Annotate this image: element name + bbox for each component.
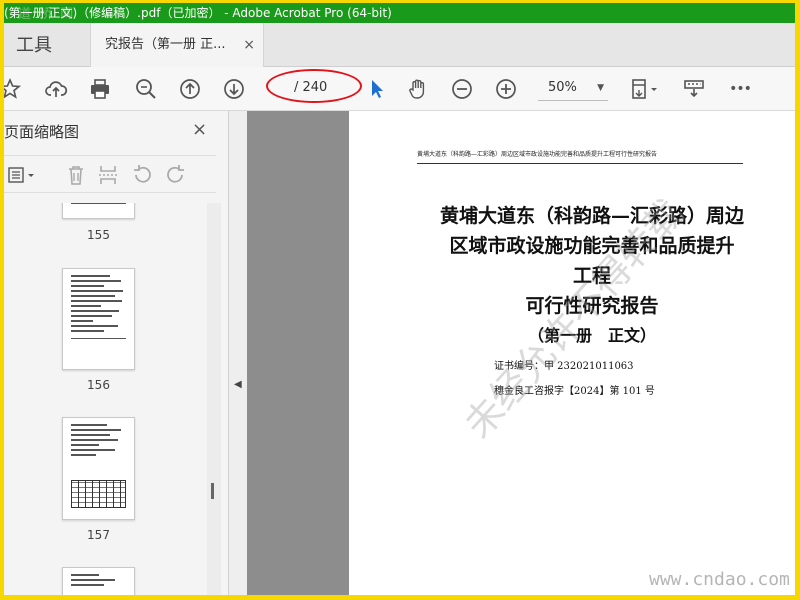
highlight-annotation [266, 69, 362, 103]
toolbar: / 240 50% ▼ ••• [4, 67, 795, 111]
select-cursor-icon[interactable] [362, 75, 390, 103]
zoom-out-icon[interactable] [448, 75, 476, 103]
report-title-line: 黄埔大道东（科韵路—汇彩路）周边 [439, 205, 744, 227]
tab-tools[interactable]: 工具 [16, 31, 52, 57]
zoom-in-icon[interactable] [492, 75, 520, 103]
tab-document[interactable]: 究报告（第一册 正... × [90, 23, 264, 67]
previous-page-icon[interactable] [176, 75, 204, 103]
site-watermark: www.cndao.com [649, 569, 790, 590]
page-thumbnail[interactable] [62, 417, 135, 520]
keyboard-icon[interactable] [680, 75, 708, 103]
panel-collapse-strip[interactable]: ◀ [229, 111, 247, 595]
page-thumbnail-number: 156 [87, 378, 110, 392]
panel-toolbar [4, 155, 216, 193]
page-thumbnail[interactable] [62, 268, 135, 370]
rotate-right-icon[interactable] [162, 161, 190, 189]
acrobat-window: (第一册 正文)（修编稿）.pdf（已加密） - Adobe Acrobat P… [4, 3, 795, 595]
tab-close-icon[interactable]: × [243, 23, 255, 67]
next-page-icon[interactable] [220, 75, 248, 103]
thumbnail-options-icon[interactable] [4, 161, 40, 189]
scrollbar-thumb[interactable] [211, 483, 214, 499]
page-thumbnail-number: 157 [87, 528, 110, 542]
page-thumbnail[interactable] [62, 203, 135, 219]
hand-tool-icon[interactable] [404, 75, 432, 103]
page-fit-icon[interactable] [626, 75, 662, 103]
page-thumbnail[interactable] [62, 567, 135, 595]
tab-row: 工具 究报告（第一册 正... × [4, 23, 795, 67]
collapse-arrow-icon[interactable]: ◀ [234, 379, 242, 390]
panel-title: 页面缩略图 [4, 123, 80, 141]
page-running-header: 黄埔大道东（科韵路—汇彩路）周边区域市政设施功能完善和品质提升工程可行性研究报告 [417, 149, 743, 164]
zoom-value: 50% [548, 80, 577, 95]
more-options-icon[interactable]: ••• [726, 75, 754, 103]
zoom-caret-icon: ▼ [597, 83, 604, 93]
report-title-line: 区域市政设施功能完善和品质提升 [449, 235, 735, 257]
rotate-left-icon[interactable] [128, 161, 156, 189]
thumbnail-scrollbar[interactable] [207, 203, 221, 595]
page-thumbnail-number: 155 [87, 228, 110, 242]
insert-page-icon[interactable] [94, 161, 122, 189]
document-page: 黄埔大道东（科韵路—汇彩路）周边区域市政设施功能完善和品质提升工程可行性研究报告… [349, 111, 795, 595]
document-gutter [247, 111, 349, 595]
zoom-search-icon[interactable] [132, 75, 160, 103]
zoom-select[interactable]: 50% ▼ [538, 75, 608, 101]
upload-cloud-icon[interactable] [42, 75, 70, 103]
print-icon[interactable] [86, 75, 114, 103]
delete-page-icon[interactable] [62, 161, 90, 189]
thumbnail-panel: 页面缩略图 × 155 156 157 [4, 111, 229, 595]
bookmark-star-icon[interactable] [4, 75, 24, 103]
titlebar-watermark: 道 桥 网 [18, 7, 76, 22]
thumbnail-list: 155 156 157 [4, 203, 207, 595]
title-bar: (第一册 正文)（修编稿）.pdf（已加密） - Adobe Acrobat P… [4, 3, 795, 23]
panel-close-icon[interactable]: × [192, 119, 207, 140]
tab-document-label: 究报告（第一册 正... [105, 37, 226, 52]
